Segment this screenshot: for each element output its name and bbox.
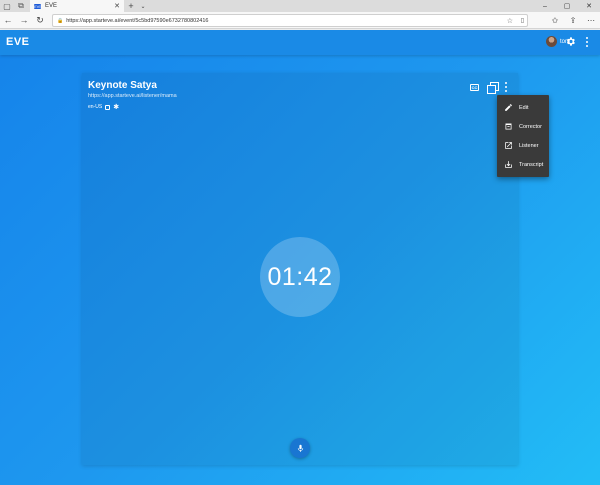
tab-list-chevron-icon[interactable]: ⌄ bbox=[138, 0, 148, 12]
favicon-icon: EVE bbox=[34, 3, 43, 9]
menu-item-listener[interactable]: Listener bbox=[497, 136, 549, 155]
corrector-icon bbox=[503, 122, 513, 132]
menu-item-label: Corrector bbox=[519, 123, 542, 130]
browser-toolbar-right: ✩ ⇪ ⋯ bbox=[546, 12, 600, 29]
window-controls: – ▢ ✕ bbox=[534, 0, 600, 12]
url-field[interactable]: 🔒 https://app.starteve.ai/event/5c5bd975… bbox=[52, 14, 528, 27]
favorite-star-icon[interactable]: ☆ bbox=[507, 17, 513, 25]
pencil-icon bbox=[503, 103, 513, 113]
card-options-menu: Edit Corrector Listener Transcript bbox=[497, 95, 549, 177]
lock-icon: 🔒 bbox=[57, 17, 64, 24]
language-label: en-US bbox=[88, 104, 103, 110]
tab-title: EVE bbox=[45, 3, 58, 9]
window-menu-icon[interactable]: ▢ bbox=[0, 0, 14, 12]
browser-address-bar: ← → ↻ 🔒 https://app.starteve.ai/event/5c… bbox=[0, 12, 600, 29]
download-icon bbox=[503, 160, 513, 170]
open-external-icon bbox=[503, 141, 513, 151]
refresh-icon[interactable]: ↻ bbox=[32, 12, 48, 29]
more-icon[interactable]: ⋯ bbox=[582, 12, 600, 29]
forward-icon[interactable]: → bbox=[16, 12, 32, 29]
event-title: Keynote Satya bbox=[88, 80, 157, 91]
app-more-icon[interactable] bbox=[584, 36, 590, 48]
menu-item-label: Edit bbox=[519, 104, 529, 111]
checkbox-icon bbox=[105, 104, 111, 110]
reading-view-icon[interactable]: ▯ bbox=[521, 17, 524, 24]
microphone-icon bbox=[297, 444, 303, 452]
close-window-icon[interactable]: ✕ bbox=[578, 0, 600, 12]
listener-url[interactable]: https://app.starteve.ai/listener/mama bbox=[88, 93, 177, 99]
menu-item-transcript[interactable]: Transcript bbox=[497, 155, 549, 174]
card-more-icon[interactable] bbox=[504, 82, 508, 92]
menu-item-edit[interactable]: Edit bbox=[497, 98, 549, 117]
avatar bbox=[545, 36, 557, 47]
menu-item-label: Listener bbox=[519, 142, 539, 149]
favorites-icon[interactable]: ✩ bbox=[546, 12, 564, 29]
closed-caption-icon[interactable]: CC bbox=[470, 83, 479, 91]
menu-item-corrector[interactable]: Corrector bbox=[497, 117, 549, 136]
menu-item-label: Transcript bbox=[519, 161, 544, 168]
browser-tab-strip: ▢ ⧉ EVE EVE ✕ + ⌄ – ▢ ✕ bbox=[0, 0, 600, 12]
minimize-icon[interactable]: – bbox=[534, 0, 556, 12]
share-icon[interactable]: ⇪ bbox=[564, 12, 582, 29]
app-logo[interactable]: EVE bbox=[6, 36, 30, 48]
event-card: Keynote Satya https://app.starteve.ai/li… bbox=[82, 73, 518, 465]
asterisk-icon: ✱ bbox=[113, 103, 120, 111]
timer-display: 01:42 bbox=[267, 262, 333, 291]
close-tab-icon[interactable]: ✕ bbox=[114, 2, 120, 10]
gear-icon[interactable] bbox=[565, 36, 576, 47]
card-actions: CC bbox=[470, 82, 508, 94]
timer-circle: 01:42 bbox=[260, 237, 340, 317]
tabs-aside-icon[interactable]: ⧉ bbox=[14, 0, 28, 12]
copy-icon[interactable] bbox=[487, 82, 499, 94]
maximize-icon[interactable]: ▢ bbox=[556, 0, 578, 12]
browser-tab[interactable]: EVE EVE ✕ bbox=[30, 0, 124, 12]
microphone-button[interactable] bbox=[290, 438, 310, 458]
url-text: https://app.starteve.ai/event/5c5bd97590… bbox=[66, 17, 209, 24]
app-bar: EVE tom bbox=[0, 30, 600, 55]
event-meta: en-US ✱ bbox=[88, 103, 120, 111]
new-tab-icon[interactable]: + bbox=[124, 0, 138, 12]
back-icon[interactable]: ← bbox=[0, 12, 16, 29]
